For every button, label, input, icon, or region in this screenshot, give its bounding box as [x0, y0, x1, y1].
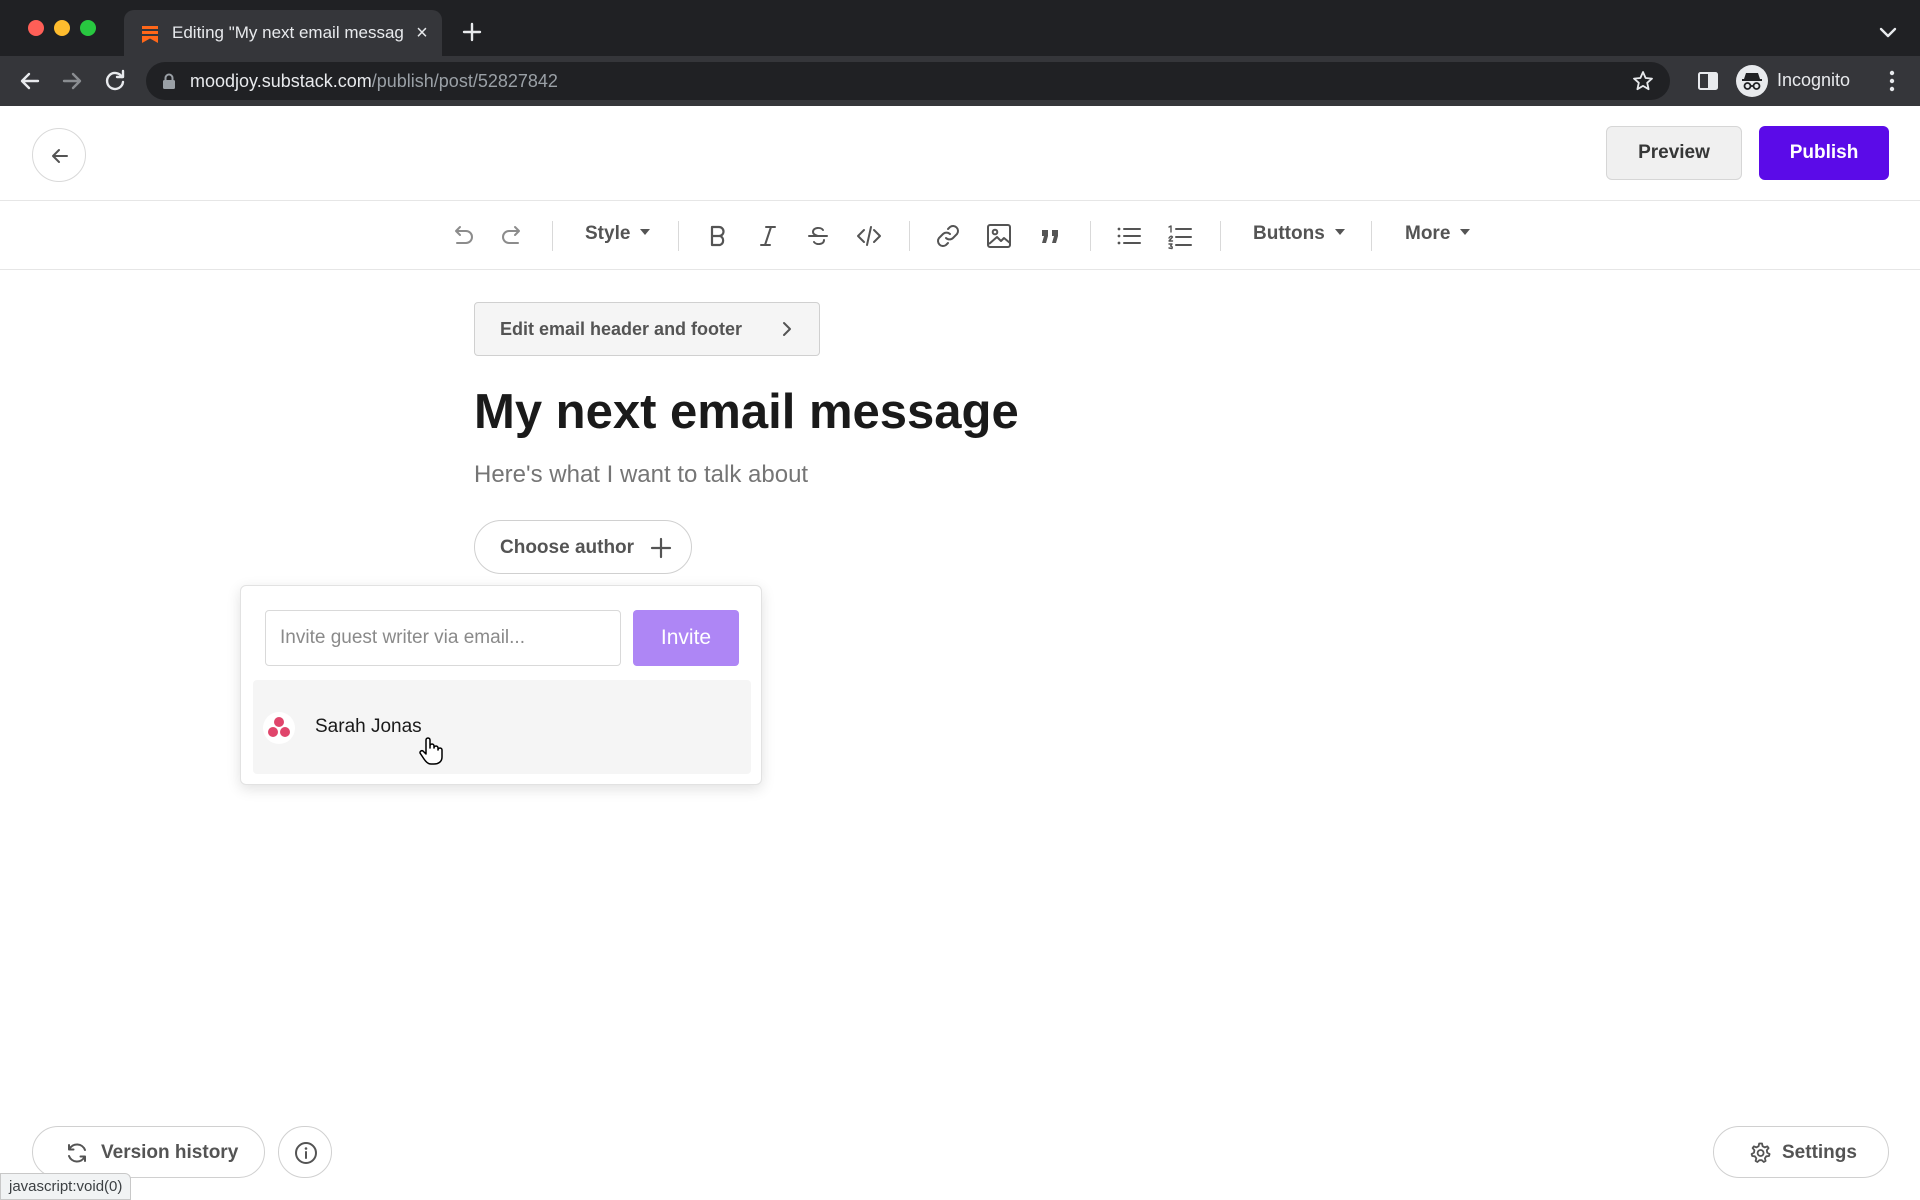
side-panel-icon[interactable] [1696, 69, 1720, 93]
gear-icon [1750, 1142, 1771, 1163]
url-path: /publish/post/52827842 [371, 71, 558, 91]
numbered-list-icon[interactable] [1166, 222, 1194, 250]
bullet-list-icon[interactable] [1115, 222, 1143, 250]
undo-icon[interactable] [448, 222, 476, 250]
incognito-icon[interactable] [1736, 65, 1768, 97]
arrow-left-icon [52, 149, 68, 163]
code-icon[interactable] [855, 222, 883, 250]
image-icon[interactable] [985, 222, 1013, 250]
toolbar-divider [1371, 221, 1372, 251]
buttons-dropdown[interactable]: Buttons [1253, 223, 1345, 245]
info-icon [295, 1142, 317, 1164]
version-history-label: Version history [101, 1142, 239, 1163]
browser-tab-strip: Editing "My next email message" × [0, 0, 1920, 56]
forward-arrow-icon[interactable] [58, 67, 86, 95]
redo-icon[interactable] [499, 222, 527, 250]
choose-author-button[interactable]: Choose author [474, 520, 692, 574]
toolbar-divider [1090, 221, 1091, 251]
back-button[interactable] [32, 128, 86, 182]
tab-close-icon[interactable]: × [410, 21, 434, 45]
editor-top-bar: Preview Publish [0, 106, 1920, 201]
strikethrough-icon[interactable] [804, 222, 832, 250]
lock-icon [163, 73, 175, 89]
caret-down-icon [1334, 228, 1345, 235]
close-window-button[interactable] [28, 20, 44, 36]
incognito-glyph-icon [1742, 73, 1762, 90]
toolbar-divider [552, 221, 553, 251]
invite-button[interactable]: Invite [633, 610, 739, 666]
more-dropdown[interactable]: More [1405, 223, 1471, 245]
post-title[interactable]: My next email message [474, 384, 1019, 440]
style-dropdown[interactable]: Style [585, 223, 651, 245]
choose-author-label: Choose author [500, 537, 635, 558]
maximize-window-button[interactable] [80, 20, 96, 36]
toolbar-divider [1220, 221, 1221, 251]
browser-tab[interactable]: Editing "My next email message" × [124, 10, 442, 56]
address-bar[interactable]: moodjoy.substack.com/publish/post/528278… [146, 62, 1670, 100]
avatar-dots-icon [268, 717, 290, 737]
author-avatar [263, 712, 295, 744]
bookmark-star-icon[interactable] [1632, 70, 1654, 92]
invite-guest-email-input[interactable] [265, 610, 621, 666]
link-status-bar: javascript:void(0) [0, 1173, 132, 1200]
refresh-history-icon [68, 1143, 86, 1163]
quote-icon[interactable] [1036, 222, 1064, 250]
version-history-button[interactable]: Version history [32, 1126, 265, 1178]
author-name: Sarah Jonas [315, 716, 422, 737]
style-dropdown-label: Style [585, 223, 631, 244]
hand-pointer-cursor-icon [419, 737, 443, 765]
more-dropdown-label: More [1405, 223, 1451, 244]
toolbar-divider [909, 221, 910, 251]
toolbar-divider [678, 221, 679, 251]
url-host: moodjoy.substack.com [190, 71, 372, 91]
bold-icon[interactable] [704, 222, 732, 250]
caret-down-icon [640, 228, 651, 235]
author-option[interactable]: Sarah Jonas [253, 680, 751, 774]
tab-search-chevron-icon[interactable] [1876, 22, 1900, 42]
buttons-dropdown-label: Buttons [1253, 223, 1325, 244]
browser-toolbar: moodjoy.substack.com/publish/post/528278… [0, 56, 1920, 106]
plus-icon [650, 537, 672, 559]
link-icon[interactable] [934, 222, 962, 250]
publish-button[interactable]: Publish [1759, 126, 1889, 180]
tab-title: Editing "My next email message" [172, 23, 404, 42]
chevron-right-icon [783, 322, 791, 336]
post-subtitle[interactable]: Here's what I want to talk about [474, 461, 808, 489]
author-picker-popover: Invite Sarah Jonas [240, 585, 762, 785]
url-text: moodjoy.substack.com/publish/post/528278… [190, 71, 558, 92]
preview-button[interactable]: Preview [1606, 126, 1742, 180]
minimize-window-button[interactable] [54, 20, 70, 36]
reload-icon[interactable] [101, 67, 129, 95]
new-tab-icon[interactable] [458, 18, 486, 46]
incognito-label[interactable]: Incognito [1777, 70, 1850, 91]
caret-down-icon [1460, 228, 1471, 235]
back-arrow-icon[interactable] [16, 67, 44, 95]
info-button[interactable] [278, 1126, 332, 1178]
edit-email-header-footer-button[interactable]: Edit email header and footer [474, 302, 820, 356]
edit-email-header-footer-label: Edit email header and footer [500, 319, 743, 339]
italic-icon[interactable] [754, 222, 782, 250]
substack-favicon-icon [142, 26, 158, 43]
formatting-toolbar: Style Buttons More [0, 201, 1920, 270]
browser-menu-icon[interactable] [1880, 68, 1904, 94]
settings-label: Settings [1782, 1142, 1857, 1163]
settings-button[interactable]: Settings [1713, 1126, 1889, 1178]
